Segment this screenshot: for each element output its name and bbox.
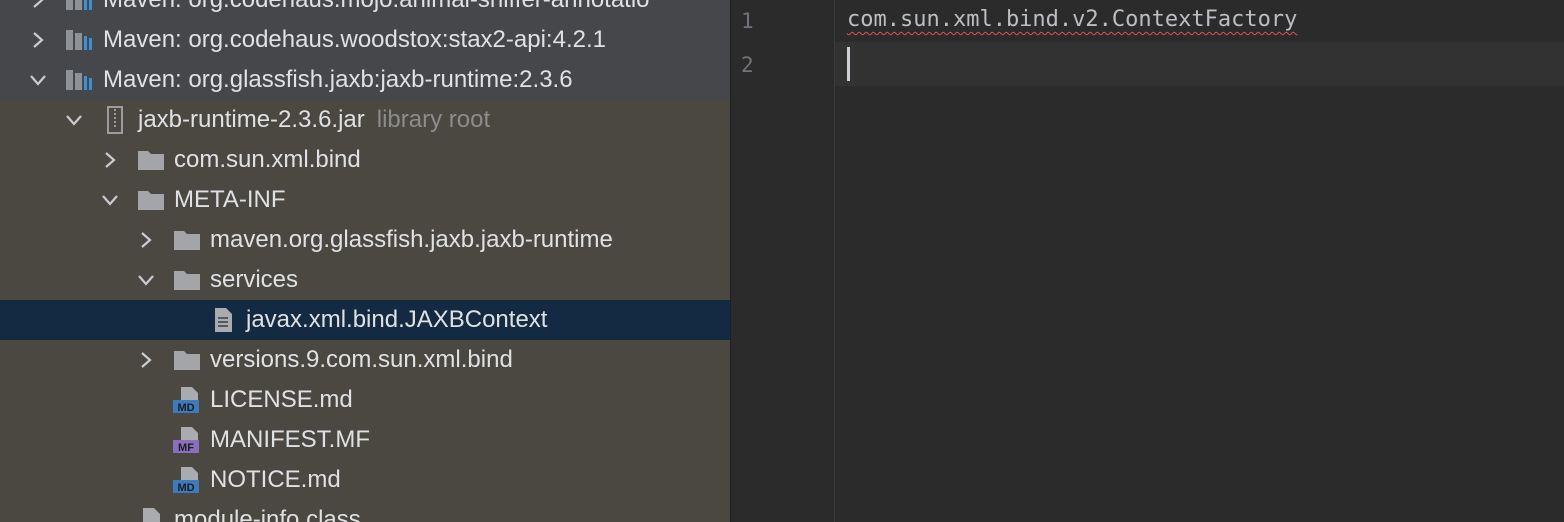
tree-row-jaxb-runtime[interactable]: Maven: org.glassfish.jaxb:jaxb-runtime:2… [0,60,730,100]
chevron-right-icon[interactable] [28,0,48,10]
tree-row-label: NOTICE.md [210,466,341,493]
line-number: 1 [741,9,754,33]
tree-row-label: Maven: org.glassfish.jaxb:jaxb-runtime:2… [103,66,573,93]
tree-row-label: MANIFEST.MF [210,426,370,453]
tree-row-notice[interactable]: MD NOTICE.md [0,460,730,500]
project-tree[interactable]: Maven: org.codehaus.mojo:animal-sniffer-… [0,0,730,522]
chevron-right-icon[interactable] [136,230,156,250]
tree-row-label: module-info.class [174,506,361,522]
maven-library-icon [66,70,92,90]
markdown-file-icon: MD [173,467,199,494]
tree-row-module-info[interactable]: module-info.class [0,500,730,522]
ide-window: Maven: org.codehaus.mojo:animal-sniffer-… [0,0,1564,522]
markdown-file-icon: MD [173,387,199,414]
tree-row-jaxb-runtime-jar[interactable]: jaxb-runtime-2.3.6.jar library root [0,100,730,140]
chevron-down-icon[interactable] [28,70,48,90]
tree-row-label: META-INF [174,186,286,213]
tree-row-label: javax.xml.bind.JAXBContext [246,306,548,333]
md-badge-text: MD [177,482,194,494]
maven-library-icon [66,30,92,50]
current-line-highlight [835,42,1564,86]
chevron-right-icon[interactable] [136,350,156,370]
tree-row-license[interactable]: MD LICENSE.md [0,380,730,420]
folder-icon [138,191,164,210]
tree-row-label: Maven: org.codehaus.mojo:animal-sniffer-… [103,0,650,13]
tree-row-meta-inf[interactable]: META-INF [0,180,730,220]
library-root-hint: library root [376,106,491,133]
tree-row-animal-sniffer[interactable]: Maven: org.codehaus.mojo:animal-sniffer-… [0,0,730,20]
tree-row-label: maven.org.glassfish.jaxb.jaxb-runtime [210,226,613,253]
line-number: 2 [741,53,754,77]
class-file-icon [143,508,160,522]
tree-row-stax2-api[interactable]: Maven: org.codehaus.woodstox:stax2-api:4… [0,20,730,60]
tree-row-label: Maven: org.codehaus.woodstox:stax2-api:4… [103,26,606,53]
folder-icon [174,271,200,290]
tree-row-label: versions.9.com.sun.xml.bind [210,346,513,373]
tree-row-com-sun-xml-bind[interactable]: com.sun.xml.bind [0,140,730,180]
maven-library-icon [66,0,92,10]
tree-row-versions-folder[interactable]: versions.9.com.sun.xml.bind [0,340,730,380]
folder-icon [174,231,200,250]
tree-row-jaxbcontext-file[interactable]: javax.xml.bind.JAXBContext [0,300,730,340]
tree-row-manifest[interactable]: MF MANIFEST.MF [0,420,730,460]
mf-badge-text: MF [178,442,194,454]
tree-row-label: services [210,266,299,293]
chevron-right-icon[interactable] [100,150,120,170]
tree-row-maven-folder[interactable]: maven.org.glassfish.jaxb.jaxb-runtime [0,220,730,260]
folder-icon [174,351,200,370]
md-badge-text: MD [177,402,194,414]
chevron-down-icon[interactable] [136,270,156,290]
jar-archive-icon [107,106,123,134]
chevron-right-icon[interactable] [28,30,48,50]
tree-row-label: com.sun.xml.bind [174,146,361,173]
tree-row-label: jaxb-runtime-2.3.6.jar [138,106,365,133]
tree-row-label: LICENSE.md [210,386,353,413]
manifest-file-icon: MF [173,427,199,454]
code-line-1[interactable]: com.sun.xml.bind.v2.ContextFactory [847,7,1297,32]
tree-row-services[interactable]: services [0,260,730,300]
editor-gutter[interactable]: 1 2 [731,0,835,522]
text-caret [847,47,850,81]
text-file-icon [215,308,232,332]
chevron-down-icon[interactable] [64,110,84,130]
chevron-down-icon[interactable] [100,190,120,210]
code-editor[interactable]: com.sun.xml.bind.v2.ContextFactory [835,0,1564,522]
folder-icon [138,151,164,170]
